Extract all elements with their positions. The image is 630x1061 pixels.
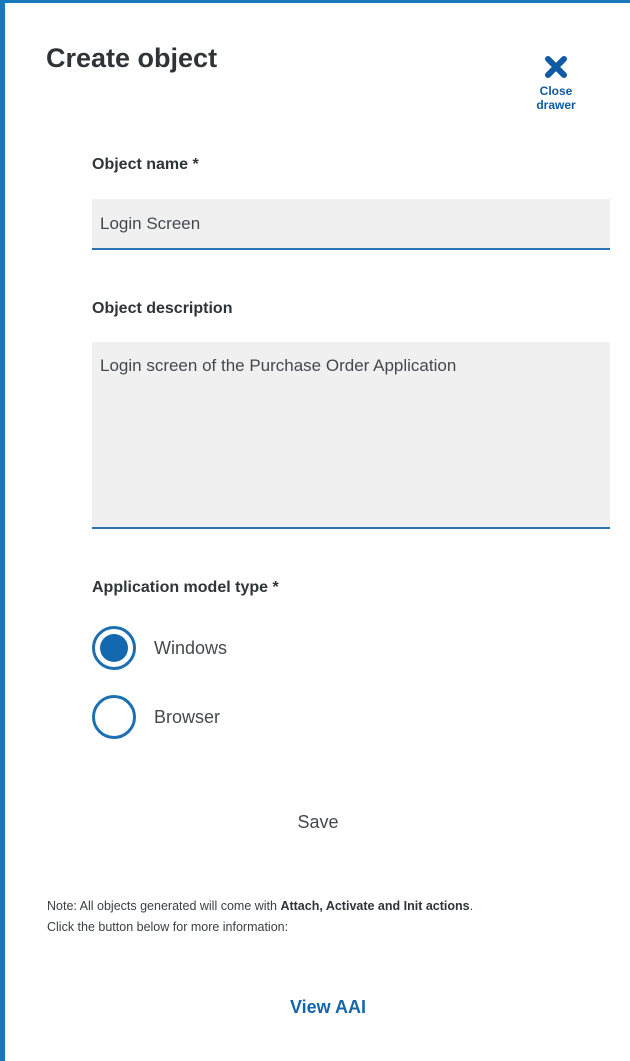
- info-note: Note: All objects generated will come wi…: [47, 896, 607, 938]
- radio-option-browser[interactable]: Browser: [92, 693, 220, 741]
- create-object-drawer: Create object Close drawer Object name *…: [0, 0, 630, 1061]
- close-drawer-label: Close drawer: [529, 84, 583, 112]
- radio-selected-dot: [100, 634, 128, 662]
- drawer-title: Create object: [46, 43, 218, 73]
- radio-option-windows[interactable]: Windows: [92, 624, 227, 672]
- radio-label-windows: Windows: [154, 637, 228, 658]
- save-button[interactable]: Save: [261, 805, 375, 839]
- object-name-input[interactable]: [92, 199, 610, 250]
- close-icon: [529, 55, 583, 79]
- radio-button-browser[interactable]: [92, 695, 136, 739]
- object-description-textarea[interactable]: Login screen of the Purchase Order Appli…: [92, 342, 610, 529]
- close-label-line1: Close: [539, 84, 573, 98]
- view-aai-link[interactable]: View AAI: [268, 997, 388, 1018]
- radio-button-windows[interactable]: [92, 626, 136, 670]
- object-name-label: Object name *: [92, 156, 199, 173]
- radio-label-browser: Browser: [154, 706, 221, 727]
- close-drawer-button[interactable]: Close drawer: [529, 55, 583, 112]
- note-suffix: .: [469, 899, 474, 913]
- note-bold-actions: Attach, Activate and Init actions: [280, 899, 470, 913]
- object-description-label: Object description: [92, 300, 233, 317]
- note-prefix: Note: All objects generated will come wi…: [47, 899, 281, 913]
- model-type-label: Application model type *: [92, 579, 279, 596]
- close-label-line2: drawer: [536, 98, 576, 112]
- note-line2: Click the button below for more informat…: [47, 920, 289, 934]
